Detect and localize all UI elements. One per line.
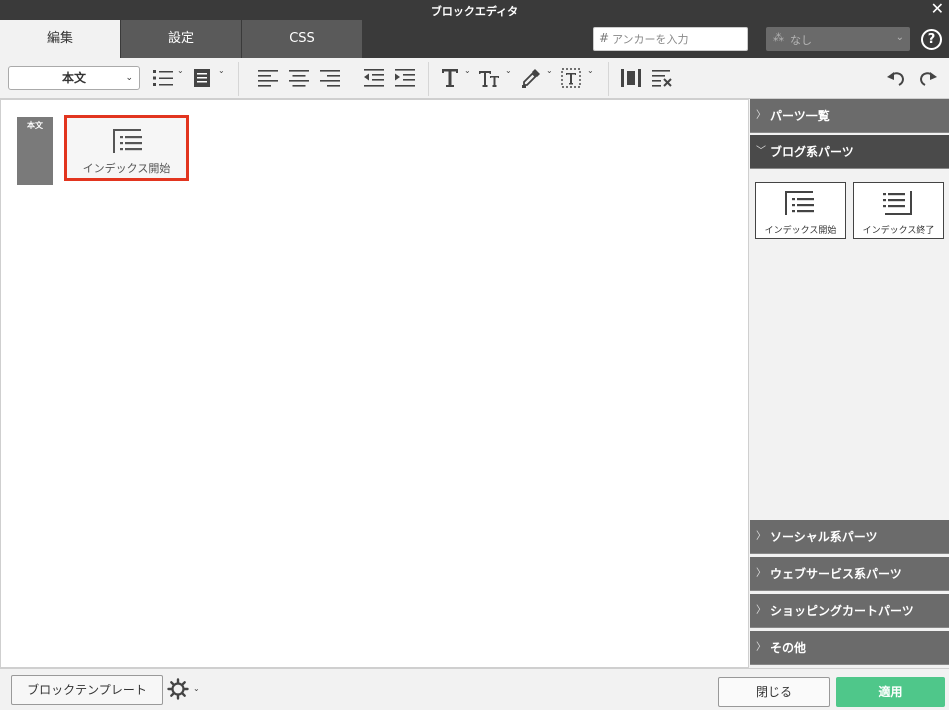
class-select-value: なし bbox=[790, 34, 812, 47]
toolbar-divider bbox=[608, 62, 609, 96]
tab-row: 編集 設定 CSS # ⁂ なし ⌄ ? bbox=[0, 20, 949, 58]
part-index-start[interactable]: インデックス開始 bbox=[755, 182, 846, 239]
font-size-icon[interactable] bbox=[478, 66, 500, 90]
toolbar-divider bbox=[238, 62, 239, 96]
align-center-icon[interactable] bbox=[288, 66, 310, 90]
section-label: パーツ一覧 bbox=[770, 109, 830, 123]
index-end-icon bbox=[883, 191, 912, 215]
text-box-icon[interactable] bbox=[560, 66, 582, 90]
paragraph-style-value: 本文 bbox=[61, 71, 86, 85]
section-shopping-cart-parts[interactable]: 〉 ショッピングカートパーツ bbox=[750, 594, 949, 628]
paragraph-style-select[interactable]: 本文 ⌄ bbox=[8, 66, 140, 90]
section-blog-parts[interactable]: ﹀ ブログ系パーツ bbox=[750, 135, 949, 169]
section-parts-list[interactable]: 〉 パーツ一覧 bbox=[750, 99, 949, 133]
undo-icon[interactable] bbox=[885, 66, 907, 90]
gear-icon[interactable] bbox=[167, 678, 189, 700]
tab-edit[interactable]: 編集 bbox=[0, 20, 120, 58]
toolbar-divider bbox=[428, 62, 429, 96]
redo-icon[interactable] bbox=[917, 66, 939, 90]
bullet-list-icon[interactable] bbox=[152, 66, 176, 90]
body-block-marker[interactable]: 本文 bbox=[17, 117, 53, 185]
anchor-field: # bbox=[593, 27, 748, 51]
anchor-input[interactable] bbox=[612, 30, 742, 48]
apply-button[interactable]: 適用 bbox=[836, 677, 945, 707]
hash-icon: # bbox=[599, 31, 610, 45]
chevron-down-icon: ⌄ bbox=[587, 66, 594, 75]
part-index-end[interactable]: インデックス終了 bbox=[853, 182, 944, 239]
chevron-down-icon: ⌄ bbox=[546, 66, 553, 75]
section-web-service-parts[interactable]: 〉 ウェブサービス系パーツ bbox=[750, 557, 949, 591]
clear-format-icon[interactable] bbox=[651, 66, 673, 90]
block-editor-window: ブロックエディタ ✕ 編集 設定 CSS # ⁂ なし ⌄ ? 本文 ⌄ ⌄ bbox=[0, 0, 949, 710]
chevron-right-icon: 〉 bbox=[756, 531, 766, 542]
part-label: インデックス開始 bbox=[764, 226, 837, 236]
tab-css[interactable]: CSS bbox=[242, 20, 362, 58]
index-start-block[interactable]: インデックス開始 bbox=[64, 115, 189, 181]
color-picker-icon[interactable] bbox=[520, 66, 542, 90]
close-icon[interactable]: ✕ bbox=[931, 1, 944, 17]
shapes-icon: ⁂ bbox=[773, 31, 784, 44]
help-icon[interactable]: ? bbox=[921, 29, 942, 50]
chevron-right-icon: 〉 bbox=[756, 568, 766, 579]
section-social-parts[interactable]: 〉 ソーシャル系パーツ bbox=[750, 520, 949, 554]
section-label: ソーシャル系パーツ bbox=[770, 530, 878, 544]
index-start-block-label: インデックス開始 bbox=[82, 162, 171, 175]
section-label: ショッピングカートパーツ bbox=[770, 604, 914, 618]
outdent-icon[interactable] bbox=[363, 66, 385, 90]
page-break-icon[interactable] bbox=[620, 66, 642, 90]
chevron-down-icon: ⌄ bbox=[177, 66, 184, 75]
chevron-down-icon: ⌄ bbox=[125, 73, 133, 83]
tab-settings[interactable]: 設定 bbox=[121, 20, 241, 58]
section-other[interactable]: 〉 その他 bbox=[750, 631, 949, 665]
class-select[interactable]: ⁂ なし ⌄ bbox=[766, 27, 910, 51]
section-label: ウェブサービス系パーツ bbox=[770, 567, 902, 581]
parts-panel: 〉 パーツ一覧 ﹀ ブログ系パーツ インデックス開始 インデックス終了 〉 ソー… bbox=[749, 99, 949, 668]
indent-icon[interactable] bbox=[394, 66, 416, 90]
window-title: ブロックエディタ bbox=[430, 5, 519, 18]
chevron-down-icon: ⌄ bbox=[895, 32, 904, 43]
chevron-down-icon: ﹀ bbox=[756, 146, 766, 157]
index-start-icon bbox=[785, 191, 814, 215]
chevron-down-icon: ⌄ bbox=[218, 66, 225, 75]
chevron-down-icon: ⌄ bbox=[505, 66, 512, 75]
title-bar: ブロックエディタ ✕ bbox=[0, 0, 949, 20]
chevron-right-icon: 〉 bbox=[756, 642, 766, 653]
editor-canvas[interactable]: 本文 インデックス開始 bbox=[0, 99, 749, 668]
section-label: その他 bbox=[770, 641, 807, 655]
block-template-button[interactable]: ブロックテンプレート bbox=[11, 675, 163, 705]
chevron-right-icon: 〉 bbox=[756, 605, 766, 616]
chevron-right-icon: 〉 bbox=[756, 110, 766, 121]
chevron-down-icon: ⌄ bbox=[464, 66, 471, 75]
close-button[interactable]: 閉じる bbox=[718, 677, 830, 707]
section-label: ブログ系パーツ bbox=[770, 145, 854, 159]
block-format-icon[interactable] bbox=[192, 66, 216, 90]
align-left-icon[interactable] bbox=[257, 66, 279, 90]
text-size-icon[interactable] bbox=[440, 66, 460, 90]
format-toolbar: 本文 ⌄ ⌄ ⌄ ⌄ ⌄ ⌄ ⌄ bbox=[0, 58, 949, 99]
part-label: インデックス終了 bbox=[862, 226, 935, 236]
align-right-icon[interactable] bbox=[319, 66, 341, 90]
index-start-icon bbox=[113, 129, 142, 153]
bottom-bar: ブロックテンプレート ⌄ 閉じる 適用 bbox=[0, 668, 949, 710]
chevron-down-icon: ⌄ bbox=[193, 684, 200, 693]
